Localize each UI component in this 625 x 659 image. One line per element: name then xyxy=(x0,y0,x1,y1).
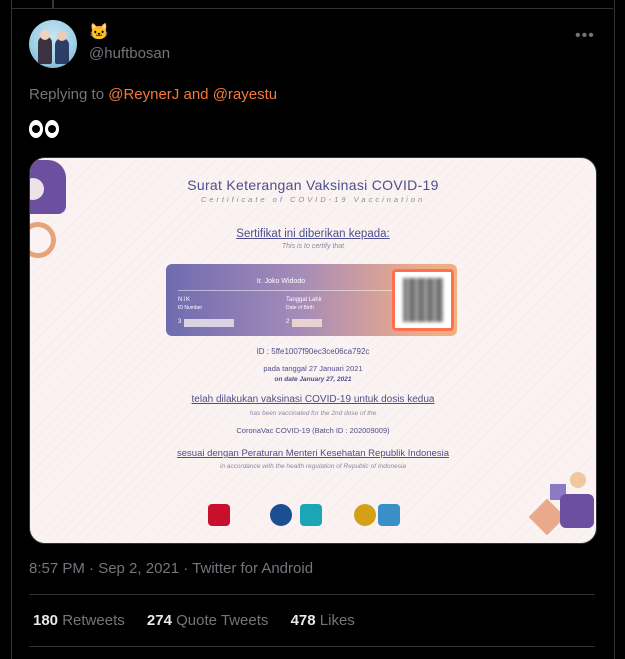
holder-name: Ir. Joko Widodo xyxy=(256,278,306,285)
quote-tweets-stat[interactable]: 274 Quote Tweets xyxy=(147,612,268,629)
emblem-logo xyxy=(208,504,230,526)
regulation-statement-en: in accordance with the health regulation… xyxy=(219,463,407,470)
display-name[interactable]: 🐱 xyxy=(89,24,109,42)
certificate-given-to: Sertifikat ini diberikan kepada: xyxy=(236,228,390,240)
avatar-figure xyxy=(38,36,52,64)
kominfo-logo xyxy=(270,504,292,526)
quote-count: 274 xyxy=(146,612,172,629)
tweet-text xyxy=(29,117,61,145)
reply-and[interactable]: and xyxy=(183,86,208,103)
divider xyxy=(29,646,595,647)
dob-label: Tanggal Lahir xyxy=(286,297,323,303)
bumn-logo xyxy=(378,504,400,526)
certificate-certify: This is to certify that xyxy=(281,243,345,250)
certificate-id: ID : 5ffe1007f90ec3ce06ca792c xyxy=(256,347,370,356)
redacted-block xyxy=(292,319,322,327)
avatar-figure-head xyxy=(57,31,67,41)
retweets-count: 180 xyxy=(33,612,59,629)
likes-count: 478 xyxy=(290,612,316,629)
decorative-shape xyxy=(560,494,594,528)
tweet-timestamp[interactable]: 8:57 PM · Sep 2, 2021 · Twitter for Andr… xyxy=(29,560,313,577)
dob-sublabel: Date of Birth xyxy=(286,305,314,311)
vaccination-statement: telah dilakukan vaksinasi COVID-19 untuk… xyxy=(191,394,435,405)
divider xyxy=(178,290,398,291)
thread-line xyxy=(52,0,54,8)
eye-emoji xyxy=(29,120,43,138)
tweet-stats: 180 Retweets 274 Quote Tweets 478 Likes xyxy=(33,612,373,629)
nik-label: NIK xyxy=(178,297,192,303)
avatar-figure xyxy=(55,38,69,64)
qr-code xyxy=(392,269,454,331)
dob-value: 2 xyxy=(286,319,290,325)
likes-stat[interactable]: 478 Likes xyxy=(291,612,355,629)
eye-emoji xyxy=(45,120,59,138)
nik-value: 3 xyxy=(178,319,182,325)
ministry-logo xyxy=(300,504,322,526)
replying-to: Replying to @ReynerJ and @rayestu xyxy=(29,86,277,103)
vaccine-batch: CoronaVac COVID-19 (Batch ID : 202009009… xyxy=(236,426,390,435)
more-horizontal-icon[interactable]: ••• xyxy=(575,27,595,45)
replying-prefix: Replying to xyxy=(29,86,105,103)
retweets-stat[interactable]: 180 Retweets xyxy=(33,612,125,629)
certificate-subtitle: Certificate of COVID-19 Vaccination xyxy=(200,195,426,204)
avatar-figure-head xyxy=(40,30,50,40)
vaccination-date: pada tanggal 27 Januari 2021 xyxy=(263,364,363,373)
nik-sublabel: ID Number xyxy=(178,305,203,311)
divider xyxy=(29,594,595,595)
garuda-logo xyxy=(354,504,376,526)
identity-card: Ir. Joko Widodo NIK ID Number Tanggal La… xyxy=(166,264,457,336)
divider xyxy=(11,8,613,9)
retweets-label: Retweets xyxy=(62,612,125,629)
likes-label: Likes xyxy=(319,612,355,629)
mention-link[interactable]: @rayestu xyxy=(213,86,277,103)
vaccination-date-en: on date January 27, 2021 xyxy=(274,376,352,383)
tweet-media-image[interactable]: Surat Keterangan Vaksinasi COVID-19 Cert… xyxy=(29,157,597,544)
avatar[interactable] xyxy=(29,20,77,68)
redacted-block xyxy=(184,319,234,327)
user-handle[interactable]: @huftbosan xyxy=(89,45,170,62)
regulation-statement: sesuai dengan Peraturan Menteri Kesehata… xyxy=(177,448,449,459)
vaccination-statement-en: has been vaccinated for the 2nd dose of … xyxy=(249,410,377,417)
certificate-title: Surat Keterangan Vaksinasi COVID-19 xyxy=(187,177,439,193)
mention-link[interactable]: @ReynerJ xyxy=(108,86,179,103)
quote-label: Quote Tweets xyxy=(176,612,269,629)
decorative-shape xyxy=(570,472,586,488)
qr-code-blurred xyxy=(403,278,443,322)
